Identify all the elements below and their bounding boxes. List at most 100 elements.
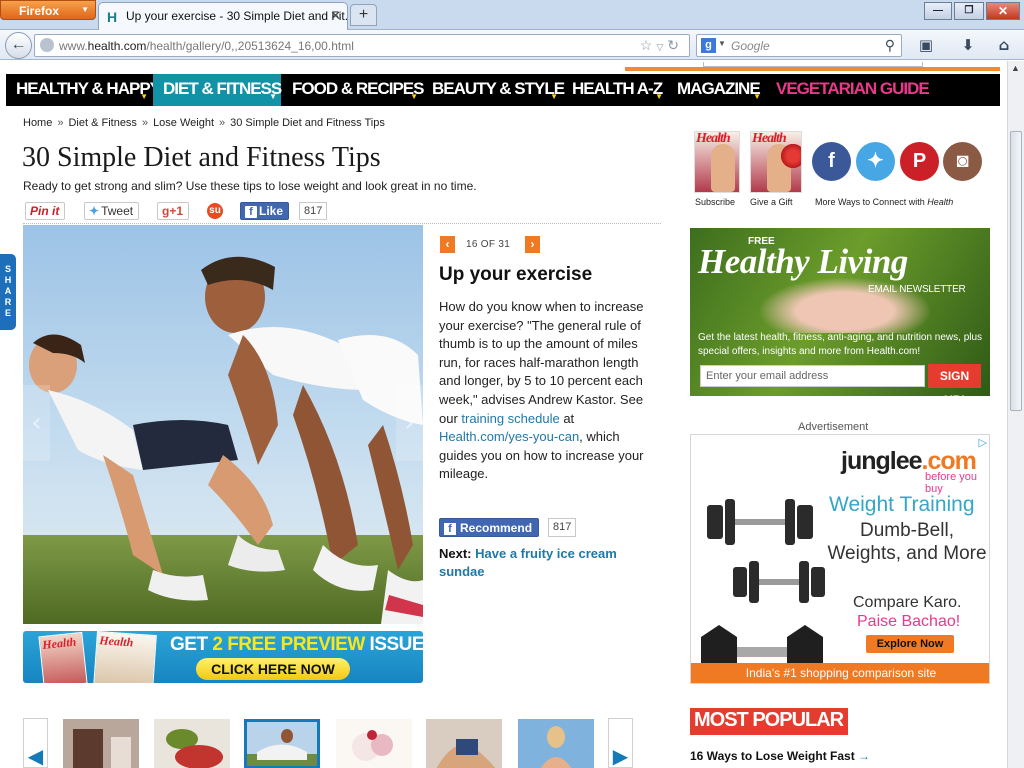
address-bar[interactable]: www.health.com/health/gallery/0,,2051362… [34,34,690,57]
ad-choices-icon[interactable]: ▷ [979,436,987,449]
search-placeholder: Google [731,39,770,53]
firefox-menu-button[interactable]: Firefox ▼ [0,0,96,20]
share-side-tab[interactable]: SHARE [0,254,16,330]
subscribe-magazine-cover[interactable]: Health [694,131,740,193]
nav-item-vegetarian-guide[interactable]: VEGETARIAN GUIDE [766,74,930,106]
breadcrumb-lose-weight[interactable]: Lose Weight [153,117,214,129]
slide-title: Up your exercise [439,264,593,285]
twitter-bird-icon: ✦ [89,204,100,218]
preview-title-highlight: 2 FREE PREVIEW [212,634,365,655]
gallery-thumbnail[interactable] [426,719,502,768]
gallery-thumbnail[interactable] [336,719,412,768]
stumbleupon-icon[interactable]: su [207,203,223,219]
magazine-cover-title: Health [41,634,77,653]
chevron-down-icon[interactable]: ▼ [718,39,726,48]
web-page: HEALTHY & HAPPY ▼ DIET & FITNESS ▼ FOOD & … [0,61,1007,768]
caret-down-icon: ▼ [753,92,761,101]
junglee-advertisement[interactable]: ▷ junglee.com before you buy Weight Trai… [690,434,990,684]
nav-label: MAGAZINE [677,79,761,98]
twitter-icon[interactable]: ✦ [856,142,895,181]
close-tab-icon[interactable]: ✕ [330,8,341,24]
url-domain: health.com [87,39,147,53]
gift-magazine-cover[interactable]: Health [750,131,802,193]
scrollbar-thumb[interactable] [1010,131,1022,411]
magnifier-icon[interactable]: ⚲ [885,37,895,54]
like-label: Like [259,204,284,218]
gallery-thumbnail[interactable] [154,719,230,768]
google-engine-icon[interactable]: g [701,38,716,53]
nav-item-food-recipes[interactable]: FOOD & RECIPES ▼ [282,74,424,106]
previous-slide-button[interactable]: ‹ [440,236,455,253]
nav-item-beauty-style[interactable]: BEAUTY & STYLE ▼ [422,74,565,106]
breadcrumb-home[interactable]: Home [23,117,52,129]
scroll-up-icon[interactable]: ▲ [1011,63,1020,73]
page-title: 30 Simple Diet and Fitness Tips [22,142,381,173]
search-bar[interactable]: g ▼ Google ⚲ [696,34,902,57]
reload-icon[interactable]: ↻ [667,37,683,53]
gallery-thumbnail[interactable] [63,719,139,768]
url-prefix: www. [59,39,88,53]
more-ways-to-connect-link[interactable]: More Ways to Connect with Health [815,197,953,207]
download-icon[interactable]: ⬇ [958,36,978,56]
newsletter-subtitle: EMAIL NEWSLETTER [868,284,966,295]
sign-up-button[interactable]: SIGN UP! [928,364,981,396]
nav-label: VEGETARIAN GUIDE [776,79,930,98]
tweet-button[interactable]: ✦ Tweet [84,202,140,220]
yes-you-can-link[interactable]: Health.com/yes-you-can [439,429,579,444]
home-icon[interactable]: ⌂ [994,36,1014,56]
caret-down-icon: ▼ [269,92,277,101]
new-tab-button[interactable]: + [350,4,377,26]
gplus-button[interactable]: g+1 [157,202,190,220]
facebook-icon[interactable]: f [812,142,851,181]
magazine-cover-title: Health [98,633,134,650]
breadcrumb-current[interactable]: 30 Simple Diet and Fitness Tips [230,117,385,129]
most-popular-item[interactable]: 16 Ways to Lose Weight Fast → [690,749,870,763]
click-here-now-button[interactable]: CLICK HERE NOW [196,658,350,680]
preview-banner-title: GET 2 FREE PREVIEW ISSUES! [170,634,423,656]
window-close-button[interactable]: ✕ [986,2,1020,20]
nav-label: HEALTH A-Z [572,79,663,98]
header-orange-rule [625,62,1000,71]
thumbnails-previous-icon[interactable]: ◀ [23,718,48,768]
caret-down-icon: ▼ [410,92,418,101]
browser-tab-strip: Firefox ▼ H Up your exercise - 30 Simple … [0,0,1024,30]
site-identity-icon[interactable] [40,38,54,52]
nav-item-diet-fitness[interactable]: DIET & FITNESS ▼ [153,74,282,106]
email-field[interactable]: Enter your email address [700,365,925,387]
next-slide-button[interactable]: › [525,236,540,253]
gallery-thumbnail-active[interactable] [244,719,320,768]
browser-tab-active[interactable]: H Up your exercise - 30 Simple Diet and F… [98,2,348,30]
breadcrumb-separator: » [219,117,226,129]
preview-issues-banner[interactable]: Health Health GET 2 FREE PREVIEW ISSUES!… [23,631,423,683]
star-icon[interactable]: ☆ [640,37,657,53]
vertical-scrollbar[interactable]: ▲ [1007,61,1024,768]
thumbnails-next-icon[interactable]: ▶ [608,718,633,768]
recommend-button[interactable]: f Recommend [439,518,540,537]
pinterest-icon[interactable]: P [900,142,939,181]
training-schedule-link[interactable]: training schedule [461,411,559,426]
nav-item-healthy-happy[interactable]: HEALTHY & HAPPY ▼ [6,74,161,106]
instagram-icon[interactable]: ◙ [943,142,982,181]
next-slide-arrow-icon[interactable]: › [396,385,423,461]
chevron-down-icon[interactable]: ▽ [656,42,667,52]
header-strip [0,61,1007,72]
magazine-cover-image: Health [38,631,88,683]
nav-item-magazine[interactable]: MAGAZINE ▼ [667,74,765,106]
facebook-like-button[interactable]: f Like [240,202,290,220]
window-restore-button[interactable]: ❐ [954,2,984,20]
give-a-gift-link[interactable]: Give a Gift [750,197,793,207]
gallery-thumbnail[interactable] [518,719,594,768]
explore-now-button[interactable]: Explore Now [866,635,954,653]
most-popular-heading: MOST POPULAR [690,708,849,735]
nav-item-health-az[interactable]: HEALTH A-Z ▼ [562,74,667,106]
back-arrow-icon[interactable]: ← [5,32,32,59]
header-search-box[interactable] [703,62,923,67]
window-minimize-button[interactable]: — [924,2,952,20]
thumbnail-image [426,719,502,768]
pin-it-button[interactable]: Pin it [25,202,66,220]
previous-slide-arrow-icon[interactable]: ‹ [23,385,50,461]
more-ways-text: More Ways to Connect with [815,197,928,207]
bookmarks-icon[interactable]: ▣ [916,36,936,56]
subscribe-link[interactable]: Subscribe [695,197,735,207]
breadcrumb-diet-fitness[interactable]: Diet & Fitness [68,117,136,129]
